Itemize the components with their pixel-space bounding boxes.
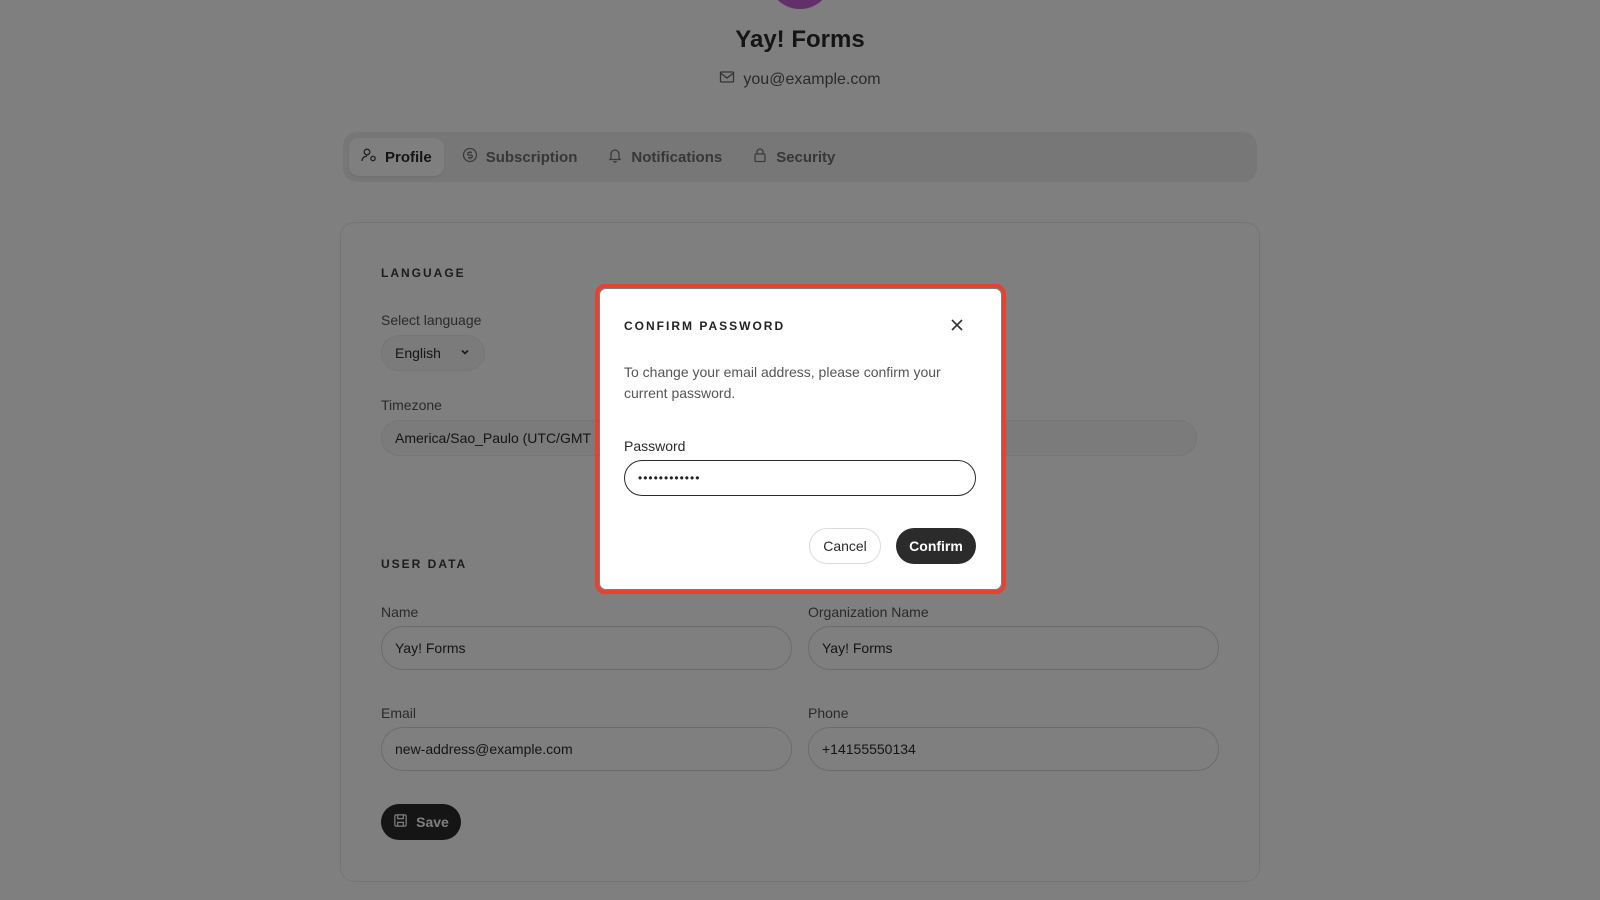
- dialog-description: To change your email address, please con…: [624, 364, 941, 401]
- dialog-title: CONFIRM PASSWORD: [624, 319, 786, 333]
- confirm-button[interactable]: Confirm: [896, 528, 976, 564]
- confirm-password-dialog: CONFIRM PASSWORD To change your email ad…: [600, 289, 1001, 589]
- password-input[interactable]: ••••••••••••: [624, 460, 976, 496]
- cancel-button[interactable]: Cancel: [809, 528, 881, 564]
- password-value: ••••••••••••: [638, 471, 701, 485]
- password-label: Password: [624, 438, 686, 454]
- close-icon: [950, 318, 964, 337]
- close-button[interactable]: [945, 315, 969, 339]
